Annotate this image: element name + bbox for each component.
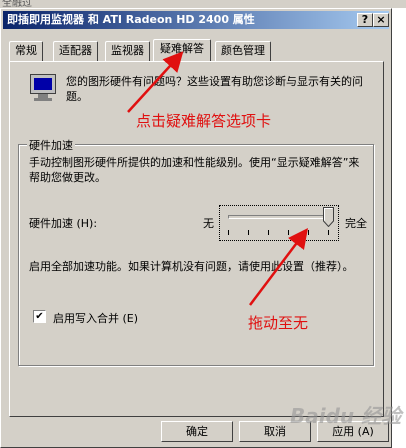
acceleration-slider-label: 硬件加速 (H): [29,217,98,230]
tab-monitor[interactable]: 监视器 [105,41,150,61]
monitor-icon [30,74,56,102]
write-combining-checkbox[interactable]: ✔ [33,310,46,323]
slider-max-label: 完全 [345,217,367,230]
slider-min-label: 无 [203,217,214,230]
hardware-acceleration-group: 硬件加速 手动控制图形硬件所提供的加速和性能级别。使用“显示疑难解答”来帮助您做… [18,137,374,366]
ok-button[interactable]: 确定 [161,421,233,442]
help-button[interactable]: ? [357,13,373,27]
slider-annotation-text: 拖动至无 [248,314,309,332]
intro-text: 您的图形硬件有问题吗？这些设置有助您诊断与显示有关的问题。 [66,75,363,103]
dialog-titlebar[interactable]: 即插即用监视器 和 ATI Radeon HD 2400 属性 [3,11,389,29]
baidu-watermark: Baidu 经验 [290,404,402,428]
tab-adapter[interactable]: 适配器 [53,41,98,61]
tab-annotation-text: 点击疑难解答选项卡 [136,112,272,130]
slider-track [228,215,328,219]
tab-color-management[interactable]: 颜色管理 [215,41,271,61]
background-window-strip: 全融过 [0,0,406,9]
acceleration-status-text: 启用全部加速功能。如果计算机没有问题，请使用此设置（推荐）。 [29,260,354,273]
dialog-title: 即插即用监视器 和 ATI Radeon HD 2400 属性 [7,13,255,26]
slider-ticks [228,230,330,236]
tab-general[interactable]: 常规 [9,41,43,61]
tab-troubleshoot[interactable]: 疑难解答 [153,39,211,61]
close-button[interactable]: × [373,13,389,27]
group-title: 硬件加速 [27,137,75,153]
acceleration-description: 手动控制图形硬件所提供的加速和性能级别。使用“显示疑难解答”来帮助您做更改。 [29,156,360,184]
slider-thumb[interactable] [323,207,334,227]
write-combining-label[interactable]: 启用写入合并 (E) [53,310,138,326]
acceleration-slider[interactable] [219,205,339,241]
properties-dialog: 即插即用监视器 和 ATI Radeon HD 2400 属性 ? × 常规 适… [0,8,392,448]
